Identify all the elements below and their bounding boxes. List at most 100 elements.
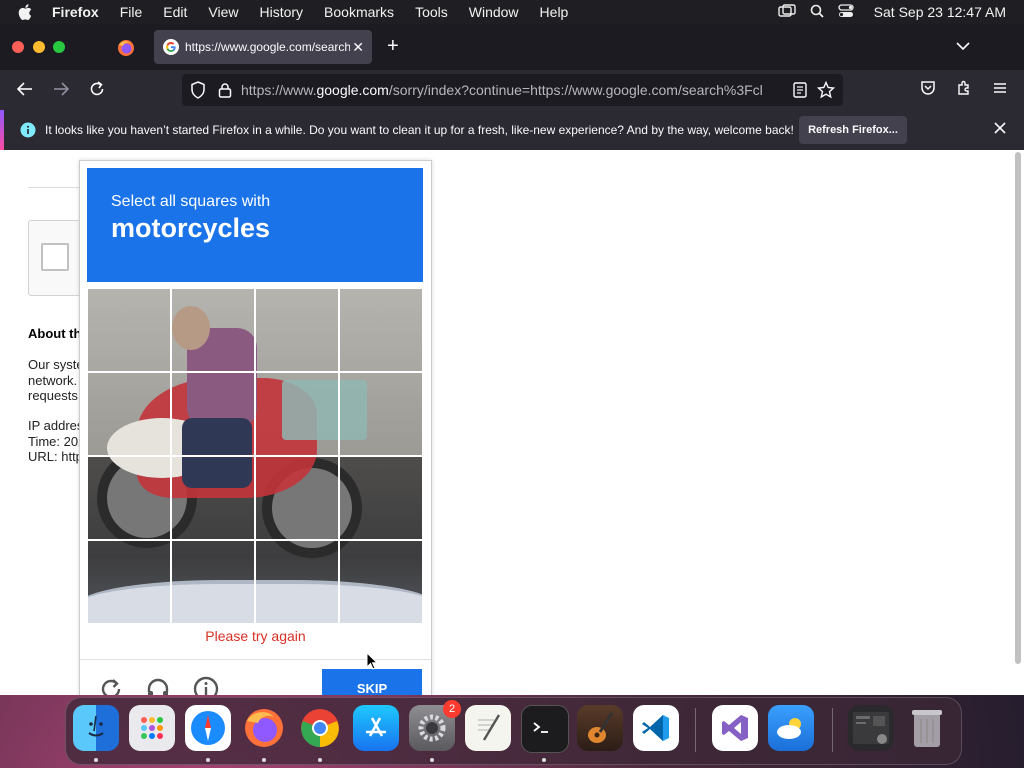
dock-separator bbox=[832, 708, 833, 752]
captcha-tile[interactable] bbox=[255, 540, 339, 624]
lock-icon[interactable] bbox=[218, 82, 232, 98]
navigation-toolbar: https://www.google.com/sorry/index?conti… bbox=[0, 70, 1024, 110]
chrome-running-indicator bbox=[318, 758, 322, 762]
close-tab-icon[interactable]: ✕ bbox=[352, 39, 364, 56]
notification-accent-stripe bbox=[0, 110, 4, 150]
captcha-tile[interactable] bbox=[171, 288, 255, 372]
weather-icon[interactable] bbox=[768, 705, 814, 751]
menu-bookmarks[interactable]: Bookmarks bbox=[324, 4, 394, 20]
chrome-icon[interactable] bbox=[297, 705, 343, 751]
captcha-tile[interactable] bbox=[255, 372, 339, 456]
captcha-tile[interactable] bbox=[87, 288, 171, 372]
ip-address-line: IP addres bbox=[28, 418, 84, 433]
terminal-icon[interactable] bbox=[521, 705, 569, 753]
captcha-tile[interactable] bbox=[171, 372, 255, 456]
reload-challenge-icon[interactable] bbox=[98, 676, 124, 695]
about-heading: About th bbox=[28, 326, 82, 341]
help-info-icon[interactable] bbox=[193, 676, 219, 695]
trash-icon[interactable] bbox=[904, 705, 950, 751]
captcha-image-grid bbox=[87, 288, 423, 624]
web-page-content: About th Our syste network. requests IP … bbox=[0, 150, 1024, 695]
tracking-protection-shield-icon[interactable] bbox=[190, 81, 206, 99]
tab-title: https://www.google.com/search? bbox=[185, 40, 350, 54]
menu-edit[interactable]: Edit bbox=[163, 4, 187, 20]
menu-view[interactable]: View bbox=[208, 4, 238, 20]
captcha-header: Select all squares with motorcycles bbox=[87, 168, 423, 282]
menu-history[interactable]: History bbox=[259, 4, 303, 20]
url-path: /sorry/index?continue=https://www.google… bbox=[388, 82, 763, 98]
url-prefix: https://www. bbox=[241, 82, 317, 98]
captcha-tile[interactable] bbox=[87, 372, 171, 456]
forward-arrow-icon[interactable] bbox=[52, 80, 70, 98]
garageband-icon[interactable] bbox=[577, 705, 623, 751]
notification-message: It looks like you haven’t started Firefo… bbox=[45, 123, 794, 137]
info-icon bbox=[20, 122, 36, 138]
back-arrow-icon[interactable] bbox=[16, 80, 34, 98]
google-favicon-icon bbox=[163, 39, 179, 55]
firefox-dock-icon[interactable] bbox=[241, 705, 287, 751]
audio-challenge-headphones-icon[interactable] bbox=[145, 676, 171, 695]
finder-icon[interactable] bbox=[73, 705, 119, 751]
captcha-tile[interactable] bbox=[339, 372, 423, 456]
url-host: google.com bbox=[316, 82, 389, 98]
captcha-tile[interactable] bbox=[339, 456, 423, 540]
pocket-icon[interactable] bbox=[920, 80, 936, 96]
tab-google-search[interactable]: https://www.google.com/search? ✕ bbox=[154, 30, 372, 64]
new-tab-icon[interactable]: + bbox=[387, 35, 399, 58]
menu-app-name[interactable]: Firefox bbox=[52, 4, 99, 20]
reader-view-icon[interactable] bbox=[793, 82, 807, 98]
refresh-firefox-button[interactable]: Refresh Firefox... bbox=[799, 116, 907, 144]
hamburger-menu-icon[interactable] bbox=[992, 80, 1008, 96]
safari-icon[interactable] bbox=[185, 705, 231, 751]
captcha-tile[interactable] bbox=[255, 288, 339, 372]
url-line: URL: http bbox=[28, 449, 83, 464]
menu-file[interactable]: File bbox=[120, 4, 143, 20]
screen-mirroring-icon[interactable] bbox=[777, 3, 796, 21]
page-scrollbar[interactable] bbox=[1015, 152, 1021, 664]
menu-tools[interactable]: Tools bbox=[415, 4, 448, 20]
captcha-tile[interactable] bbox=[87, 456, 171, 540]
visual-studio-icon[interactable] bbox=[712, 705, 758, 751]
recaptcha-checkbox[interactable] bbox=[41, 243, 69, 271]
explanation-line: Our syste bbox=[28, 357, 84, 372]
apple-icon[interactable] bbox=[18, 4, 38, 20]
list-all-tabs-icon[interactable] bbox=[956, 38, 970, 56]
bookmark-star-icon[interactable] bbox=[817, 81, 835, 99]
recent-window-thumbnail[interactable] bbox=[848, 705, 894, 751]
url-text[interactable]: https://www.google.com/sorry/index?conti… bbox=[241, 82, 779, 98]
minimize-window-button[interactable] bbox=[33, 41, 45, 53]
address-bar[interactable]: https://www.google.com/sorry/index?conti… bbox=[182, 74, 843, 106]
spotlight-search-icon[interactable] bbox=[810, 4, 824, 21]
dock: 2 bbox=[65, 697, 962, 765]
close-window-button[interactable] bbox=[12, 41, 24, 53]
request-metadata: IP addres Time: 202 URL: http bbox=[28, 418, 85, 465]
extensions-puzzle-icon[interactable] bbox=[956, 80, 972, 96]
launchpad-icon[interactable] bbox=[129, 705, 175, 751]
menu-help[interactable]: Help bbox=[540, 4, 569, 20]
system-settings-icon[interactable]: 2 bbox=[409, 700, 461, 751]
captcha-error-message: Please try again bbox=[205, 628, 306, 644]
captcha-tile[interactable] bbox=[171, 540, 255, 624]
reload-icon[interactable] bbox=[88, 80, 106, 98]
captcha-tile[interactable] bbox=[87, 540, 171, 624]
mouse-pointer-icon bbox=[366, 651, 379, 675]
captcha-tile[interactable] bbox=[171, 456, 255, 540]
close-notification-icon[interactable] bbox=[994, 122, 1006, 134]
safari-running-indicator bbox=[206, 758, 210, 762]
captcha-tile[interactable] bbox=[339, 540, 423, 624]
settings-notification-badge: 2 bbox=[443, 700, 461, 718]
refresh-firefox-notification: It looks like you haven’t started Firefo… bbox=[0, 110, 1024, 150]
control-center-icon[interactable] bbox=[838, 3, 854, 21]
menu-bar-clock[interactable]: Sat Sep 23 12:47 AM bbox=[874, 4, 1006, 20]
textedit-icon[interactable] bbox=[465, 705, 511, 751]
terminal-running-indicator bbox=[542, 758, 546, 762]
captcha-instruction: Select all squares with bbox=[111, 193, 271, 210]
firefox-view-icon[interactable] bbox=[117, 39, 135, 62]
vscode-icon[interactable] bbox=[633, 705, 679, 751]
captcha-footer-divider bbox=[80, 659, 431, 660]
app-store-icon[interactable] bbox=[353, 705, 399, 751]
menu-window[interactable]: Window bbox=[469, 4, 519, 20]
zoom-window-button[interactable] bbox=[53, 41, 65, 53]
captcha-tile[interactable] bbox=[339, 288, 423, 372]
captcha-tile[interactable] bbox=[255, 456, 339, 540]
